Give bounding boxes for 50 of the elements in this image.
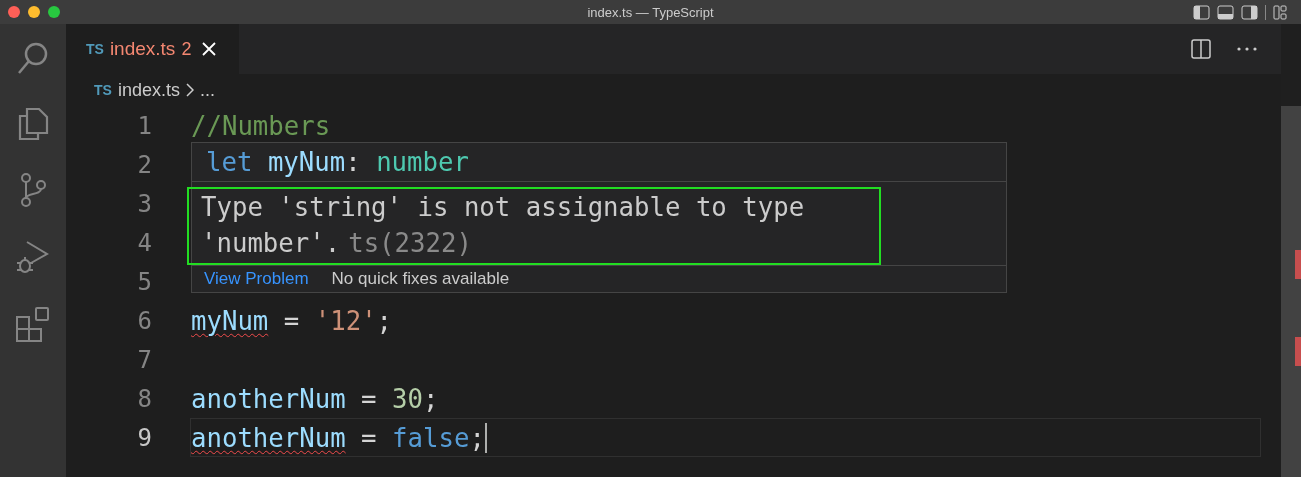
line-number: 5 — [136, 267, 152, 296]
minimize-window-button[interactable] — [28, 6, 40, 18]
code-token: ; — [423, 383, 439, 416]
window-title: index.ts — TypeScript — [587, 4, 714, 20]
chevron-icon — [185, 83, 194, 97]
view-problem-link[interactable]: View Problem — [204, 269, 309, 289]
line-number: 7 — [136, 345, 152, 374]
toggle-panel-icon[interactable] — [1217, 4, 1234, 20]
close-icon[interactable] — [201, 41, 218, 57]
line-number: 9 — [136, 423, 152, 452]
code-token: = — [282, 305, 301, 338]
error-message: 'number'. — [201, 228, 341, 258]
code-token: myNum — [191, 305, 269, 338]
type-signature: let myNum: number — [192, 143, 1006, 182]
split-editor-icon[interactable] — [1191, 39, 1211, 59]
breadcrumb-more[interactable]: ... — [199, 79, 215, 101]
extensions-icon[interactable] — [15, 306, 51, 342]
code-token: = — [360, 422, 378, 455]
typescript-file-icon: TS — [94, 82, 112, 98]
more-actions-icon[interactable] — [1237, 47, 1257, 51]
line-number: 2 — [136, 150, 152, 179]
layout-icon[interactable] — [1273, 4, 1287, 20]
zoom-window-button[interactable] — [48, 6, 60, 18]
line-number: 4 — [136, 228, 152, 257]
line-number: 1 — [136, 111, 152, 140]
code-token: ; — [469, 422, 485, 455]
error-message: Type 'string' is not assignable to type — [201, 191, 806, 224]
editor-tab[interactable]: TS index.ts 2 — [66, 24, 240, 74]
error-code: ts(2322) — [348, 228, 472, 258]
line-number: 6 — [136, 306, 152, 335]
code-token: '12' — [314, 305, 377, 338]
code-token: //Numbers — [191, 110, 331, 143]
files-icon[interactable] — [17, 107, 49, 141]
toggle-sidebar-icon[interactable] — [1193, 4, 1210, 20]
code-token: 30 — [392, 383, 423, 416]
close-window-button[interactable] — [8, 6, 20, 18]
code-token: = — [360, 383, 378, 416]
run-debug-icon[interactable] — [15, 239, 51, 275]
text-cursor — [484, 422, 487, 453]
source-control-icon[interactable] — [18, 172, 48, 208]
toggle-secondary-sidebar-icon[interactable] — [1241, 4, 1258, 20]
code-token: anotherNum — [191, 383, 346, 416]
code-token: false — [392, 422, 470, 455]
typescript-file-icon: TS — [86, 41, 104, 57]
line-number: 3 — [136, 189, 152, 218]
code-token: anotherNum — [191, 422, 346, 455]
breadcrumb-file[interactable]: index.ts — [117, 79, 180, 101]
code-token: ; — [376, 305, 393, 338]
status-text: No quick fixes available — [331, 269, 510, 289]
line-number: 8 — [136, 384, 152, 413]
